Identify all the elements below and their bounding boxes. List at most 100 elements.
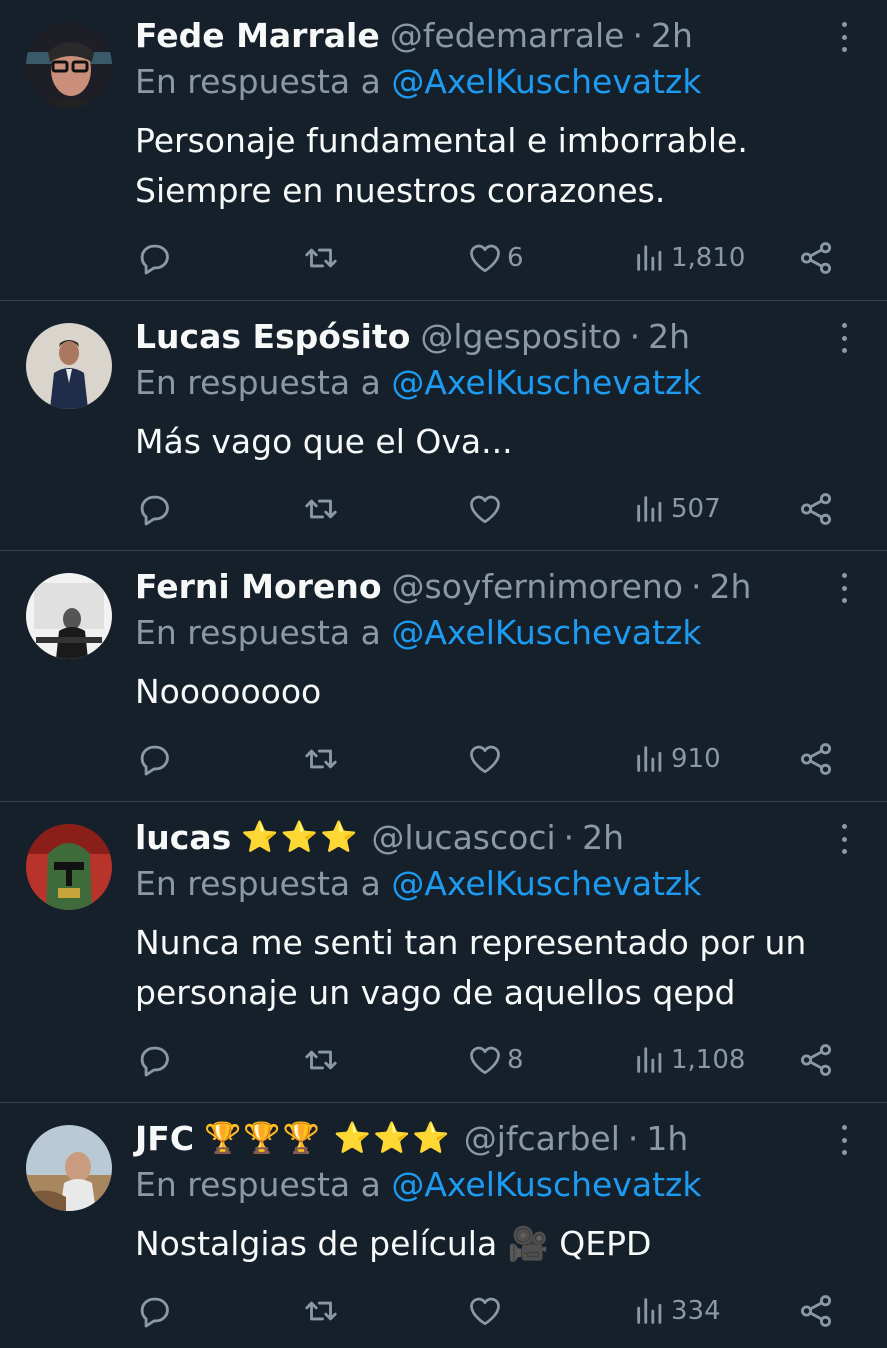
retweet-button[interactable] — [301, 1040, 341, 1080]
timestamp[interactable]: 2h — [582, 818, 624, 857]
user-handle[interactable]: @lgesposito — [420, 317, 621, 356]
avatar[interactable] — [26, 323, 112, 409]
retweet-button[interactable] — [301, 1291, 341, 1331]
tweet-item[interactable]: Ferni Moreno @soyfernimoreno · 2h En res… — [0, 551, 887, 802]
retweet-icon — [305, 749, 337, 769]
share-button[interactable] — [797, 238, 835, 278]
reply-prefix: En respuesta a — [135, 62, 381, 101]
user-handle[interactable]: @lucascoci — [371, 818, 555, 857]
views-button[interactable]: 334 — [633, 1291, 721, 1331]
views-button[interactable]: 1,810 — [633, 238, 745, 278]
avatar[interactable] — [26, 573, 112, 659]
more-options-icon[interactable] — [837, 573, 851, 603]
view-count: 334 — [671, 1296, 721, 1326]
name-emoji-badges: 🏆🏆🏆 ⭐⭐⭐ — [204, 1120, 452, 1156]
like-count: 6 — [507, 243, 524, 273]
share-icon — [800, 242, 832, 274]
like-button[interactable]: 6 — [467, 238, 524, 278]
timestamp[interactable]: 1h — [646, 1119, 688, 1158]
share-icon — [800, 743, 832, 775]
like-button[interactable] — [467, 1291, 507, 1331]
reply-context: En respuesta a @AxelKuschevatzk — [135, 1165, 701, 1204]
retweet-button[interactable] — [301, 489, 341, 529]
tweet-text: Nostalgias de película 🎥 QEPD — [135, 1224, 652, 1263]
reply-button[interactable] — [135, 1291, 173, 1331]
mention-link[interactable]: @AxelKuschevatzk — [391, 363, 701, 402]
bar-chart-icon — [637, 245, 662, 271]
tweet-text: Nunca me senti tan representado por un p… — [135, 923, 807, 1012]
reply-prefix: En respuesta a — [135, 864, 381, 903]
retweet-button[interactable] — [301, 739, 341, 779]
mention-link[interactable]: @AxelKuschevatzk — [391, 1165, 701, 1204]
view-count: 1,108 — [671, 1045, 746, 1075]
timestamp[interactable]: 2h — [710, 567, 752, 606]
heart-icon — [470, 745, 500, 774]
mention-link[interactable]: @AxelKuschevatzk — [391, 613, 701, 652]
share-button[interactable] — [797, 1040, 835, 1080]
share-button[interactable] — [797, 739, 835, 779]
reply-icon — [140, 1046, 169, 1077]
timestamp[interactable]: 2h — [648, 317, 690, 356]
display-name[interactable]: JFC — [135, 1119, 194, 1158]
action-bar: 6 1,810 — [135, 238, 847, 278]
like-count: 8 — [507, 1045, 524, 1075]
view-count: 507 — [671, 494, 721, 524]
bar-chart-icon — [637, 1298, 662, 1324]
heart-icon — [470, 244, 500, 273]
tweet-text: Personaje fundamental e imborrable. Siem… — [135, 121, 748, 210]
tweet-item[interactable]: lucas ⭐⭐⭐ @lucascoci · 2h En respuesta a… — [0, 802, 887, 1103]
user-handle[interactable]: @fedemarrale — [390, 16, 625, 55]
share-button[interactable] — [797, 489, 835, 529]
retweet-button[interactable] — [301, 238, 341, 278]
reply-button[interactable] — [135, 238, 173, 278]
display-name[interactable]: Lucas Espósito — [135, 317, 410, 356]
like-button[interactable] — [467, 739, 507, 779]
reply-icon — [140, 495, 169, 526]
like-button[interactable] — [467, 489, 507, 529]
mention-link[interactable]: @AxelKuschevatzk — [391, 864, 701, 903]
display-name[interactable]: Ferni Moreno — [135, 567, 382, 606]
reply-prefix: En respuesta a — [135, 613, 381, 652]
share-icon — [800, 1295, 832, 1327]
separator-dot: · — [632, 15, 644, 55]
reply-icon — [140, 244, 169, 275]
avatar[interactable] — [26, 1125, 112, 1211]
tweet-item[interactable]: Fede Marrale @fedemarrale · 2h En respue… — [0, 0, 887, 301]
tweet-item[interactable]: JFC 🏆🏆🏆 ⭐⭐⭐ @jfcarbel · 1h En respuesta … — [0, 1103, 887, 1348]
view-count: 1,810 — [671, 243, 746, 273]
views-button[interactable]: 910 — [633, 739, 721, 779]
display-name[interactable]: Fede Marrale — [135, 16, 380, 55]
more-options-icon[interactable] — [837, 1125, 851, 1155]
timestamp[interactable]: 2h — [651, 16, 693, 55]
more-options-icon[interactable] — [837, 824, 851, 854]
user-handle[interactable]: @soyfernimoreno — [392, 567, 684, 606]
reply-prefix: En respuesta a — [135, 1165, 381, 1204]
retweet-icon — [305, 248, 337, 268]
tweet-item[interactable]: Lucas Espósito @lgesposito · 2h En respu… — [0, 301, 887, 551]
share-button[interactable] — [797, 1291, 835, 1331]
tweet-text: Más vago que el Ova... — [135, 422, 513, 461]
reply-button[interactable] — [135, 739, 173, 779]
mention-link[interactable]: @AxelKuschevatzk — [391, 62, 701, 101]
reply-button[interactable] — [135, 1040, 173, 1080]
avatar[interactable] — [26, 824, 112, 910]
reply-button[interactable] — [135, 489, 173, 529]
display-name[interactable]: lucas — [135, 818, 231, 857]
tweet-text: Noooooooo — [135, 672, 322, 711]
user-handle[interactable]: @jfcarbel — [464, 1119, 620, 1158]
separator-dot: · — [691, 566, 702, 606]
more-options-icon[interactable] — [837, 323, 851, 353]
reply-context: En respuesta a @AxelKuschevatzk — [135, 363, 701, 402]
share-icon — [800, 1044, 832, 1076]
bar-chart-icon — [637, 1047, 662, 1073]
bar-chart-icon — [637, 496, 662, 522]
more-options-icon[interactable] — [837, 22, 851, 52]
action-bar: 910 — [135, 739, 847, 779]
like-button[interactable]: 8 — [467, 1040, 524, 1080]
separator-dot: · — [563, 817, 575, 857]
heart-icon — [470, 1046, 500, 1075]
views-button[interactable]: 507 — [633, 489, 721, 529]
avatar[interactable] — [26, 22, 112, 108]
reply-context: En respuesta a @AxelKuschevatzk — [135, 62, 701, 101]
views-button[interactable]: 1,108 — [633, 1040, 745, 1080]
